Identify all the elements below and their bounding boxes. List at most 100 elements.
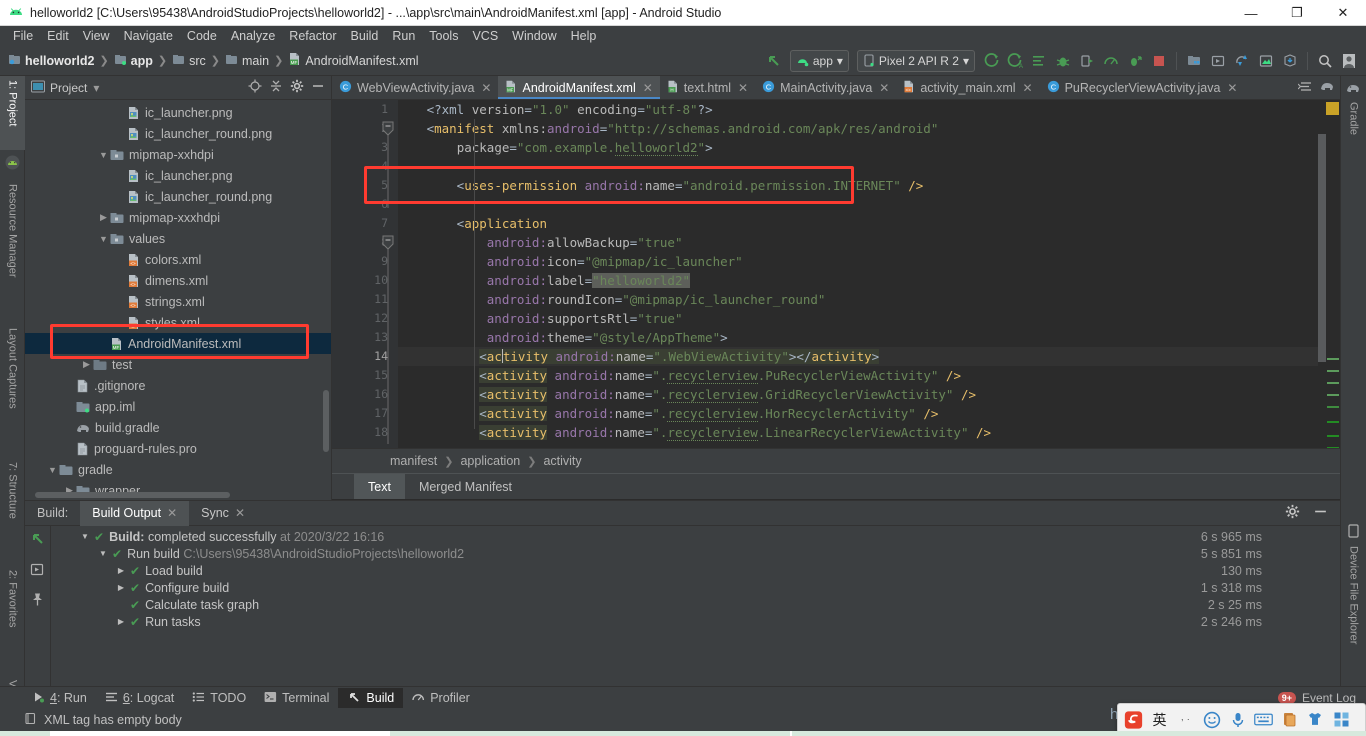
sidebar-item-device-file-explorer[interactable]: Device File Explorer [1341, 542, 1366, 682]
chevron-down-icon[interactable]: ▼ [97, 150, 110, 160]
chevron-down-icon[interactable]: ▼ [46, 465, 59, 475]
build-row[interactable]: ▼✔Run build C:\Users\95438\AndroidStudio… [52, 545, 1340, 562]
breadcrumb-item-project[interactable]: helloworld2 [8, 53, 94, 69]
soft-keyboard-icon[interactable] [1254, 710, 1273, 729]
tab-sync[interactable]: Sync ✕ [189, 501, 257, 526]
taskbar-window-item[interactable] [50, 731, 390, 736]
tree-item-ic-launcher-png[interactable]: ic_launcher.png [25, 165, 331, 186]
toolbox-icon[interactable] [1332, 710, 1351, 729]
menu-item-analyze[interactable]: Analyze [224, 27, 282, 45]
editor-scrollbar[interactable] [1318, 124, 1326, 448]
settings-gear-icon[interactable] [1285, 504, 1300, 522]
maximize-button[interactable]: ❐ [1274, 0, 1320, 26]
sidebar-item-favorites[interactable]: 2: Favorites [0, 566, 25, 658]
project-tree-vertical-scrollbar[interactable] [323, 390, 329, 452]
build-row[interactable]: ▶✔Run tasks2 s 246 ms [52, 613, 1340, 630]
bottom-tab-build[interactable]: Build [338, 688, 403, 708]
run-icon[interactable] [980, 50, 1002, 72]
apply-changes-icon[interactable] [1028, 50, 1050, 72]
tree-item-proguard-rules-pro[interactable]: proguard-rules.pro [25, 438, 331, 459]
breadcrumb-application[interactable]: application [460, 454, 520, 468]
change-marker[interactable] [1327, 370, 1339, 372]
chevron-down-icon[interactable]: ▼ [97, 234, 110, 244]
chevron-right-icon[interactable]: ▶ [97, 212, 110, 223]
bottom-tab-terminal[interactable]: Terminal [255, 689, 338, 708]
attach-debugger-icon[interactable] [1124, 50, 1146, 72]
tree-item-ic-launcher-round-png[interactable]: ic_launcher_round.png [25, 123, 331, 144]
minimize-button[interactable]: — [1228, 0, 1274, 26]
menu-item-edit[interactable]: Edit [40, 27, 76, 45]
tree-item-test[interactable]: ▶test [25, 354, 331, 375]
menu-item-run[interactable]: Run [385, 27, 422, 45]
change-marker[interactable] [1327, 447, 1339, 448]
bottom-tab-logcat[interactable]: 6: Logcat [96, 689, 183, 708]
close-icon[interactable]: ✕ [235, 506, 245, 520]
clipboard-icon[interactable] [1280, 710, 1299, 729]
breadcrumb-item-src[interactable]: src [172, 53, 206, 69]
editor-tab-activitymain[interactable]: <> activity_main.xml ✕ [896, 76, 1039, 99]
gradle-sync-icon[interactable] [1320, 80, 1334, 96]
debug-icon[interactable] [1052, 50, 1074, 72]
build-row[interactable]: ▶✔Load build130 ms [52, 562, 1340, 579]
tree-item-build-gradle[interactable]: build.gradle [25, 417, 331, 438]
menu-item-vcs[interactable]: VCS [465, 27, 505, 45]
code-editor[interactable]: 123456789101112131415161718 <?xml versio… [332, 100, 1340, 448]
stop-icon[interactable] [1148, 50, 1170, 72]
editor-marker-bar[interactable] [1326, 124, 1340, 448]
close-icon[interactable]: ✕ [1227, 81, 1237, 95]
build-output-tree[interactable]: ▼✔Build: completed successfully at 2020/… [52, 528, 1340, 630]
menu-item-navigate[interactable]: Navigate [117, 27, 180, 45]
sogou-logo-icon[interactable] [1124, 710, 1143, 729]
punctuation-icon[interactable]: ,. [1176, 710, 1195, 729]
search-icon[interactable] [1314, 50, 1336, 72]
tree-item-ic-launcher-round-png[interactable]: ic_launcher_round.png [25, 186, 331, 207]
sidebar-item-resource-manager[interactable]: Resource Manager [0, 180, 25, 308]
chinese-mode-icon[interactable]: 英 [1150, 710, 1169, 729]
chevron-down-icon[interactable]: ▾ [93, 81, 99, 95]
chevron-right-icon[interactable]: ▶ [114, 566, 128, 575]
layout-inspector-icon[interactable] [1255, 50, 1277, 72]
tree-item-values[interactable]: ▼values [25, 228, 331, 249]
menu-item-view[interactable]: View [76, 27, 117, 45]
close-icon[interactable]: ✕ [643, 81, 653, 95]
change-marker[interactable] [1327, 382, 1339, 384]
menu-item-tools[interactable]: Tools [422, 27, 465, 45]
sidebar-item-layout-captures[interactable]: Layout Captures [0, 324, 25, 444]
build-row[interactable]: ▼✔Build: completed successfully at 2020/… [52, 528, 1340, 545]
project-tree-horizontal-scrollbar[interactable] [35, 492, 230, 498]
close-icon[interactable]: ✕ [1023, 81, 1033, 95]
breadcrumb-item-app[interactable]: app [114, 53, 153, 69]
editor-tab-androidmanifest[interactable]: MF AndroidManifest.xml ✕ [498, 76, 659, 99]
profiler-icon[interactable] [1100, 50, 1122, 72]
warning-marker[interactable] [1326, 102, 1339, 115]
close-icon[interactable]: ✕ [738, 81, 748, 95]
download-icon[interactable] [1279, 50, 1301, 72]
editor-tab-purecyclerviewactivity[interactable]: C PuRecyclerViewActivity.java ✕ [1040, 76, 1245, 99]
change-marker[interactable] [1327, 358, 1339, 360]
project-file-tree[interactable]: ic_launcher.pngic_launcher_round.png▼mip… [25, 100, 331, 500]
tree-item-strings-xml[interactable]: <>strings.xml [25, 291, 331, 312]
menu-item-file[interactable]: File [6, 27, 40, 45]
pin-icon[interactable] [30, 592, 45, 610]
editor-tab-mainactivity[interactable]: C MainActivity.java ✕ [755, 76, 896, 99]
tree-item-androidmanifest-xml[interactable]: MFAndroidManifest.xml [25, 333, 331, 354]
editor-tab-webviewactivity[interactable]: C WebViewActivity.java ✕ [332, 76, 498, 99]
change-marker[interactable] [1327, 394, 1339, 396]
tab-merged-manifest[interactable]: Merged Manifest [405, 474, 526, 499]
editor-scrollbar-thumb[interactable] [1318, 134, 1326, 362]
back-arrow-icon[interactable] [763, 50, 785, 72]
user-icon[interactable] [1338, 50, 1360, 72]
breadcrumb-item-main[interactable]: main [225, 53, 269, 69]
code-folding-column[interactable] [380, 100, 396, 448]
tree-item-gradle[interactable]: ▼gradle [25, 459, 331, 480]
voice-input-icon[interactable] [1228, 710, 1247, 729]
locate-icon[interactable] [248, 79, 262, 96]
chevron-right-icon[interactable]: ▶ [114, 617, 128, 626]
sidebar-item-structure[interactable]: 7: Structure [0, 458, 25, 550]
change-marker[interactable] [1327, 406, 1339, 408]
close-icon[interactable]: ✕ [167, 506, 177, 520]
breadcrumb-activity[interactable]: activity [543, 454, 581, 468]
chevron-down-icon[interactable]: ▼ [78, 532, 92, 541]
menu-item-window[interactable]: Window [505, 27, 563, 45]
tree-item-styles-xml[interactable]: <>styles.xml [25, 312, 331, 333]
